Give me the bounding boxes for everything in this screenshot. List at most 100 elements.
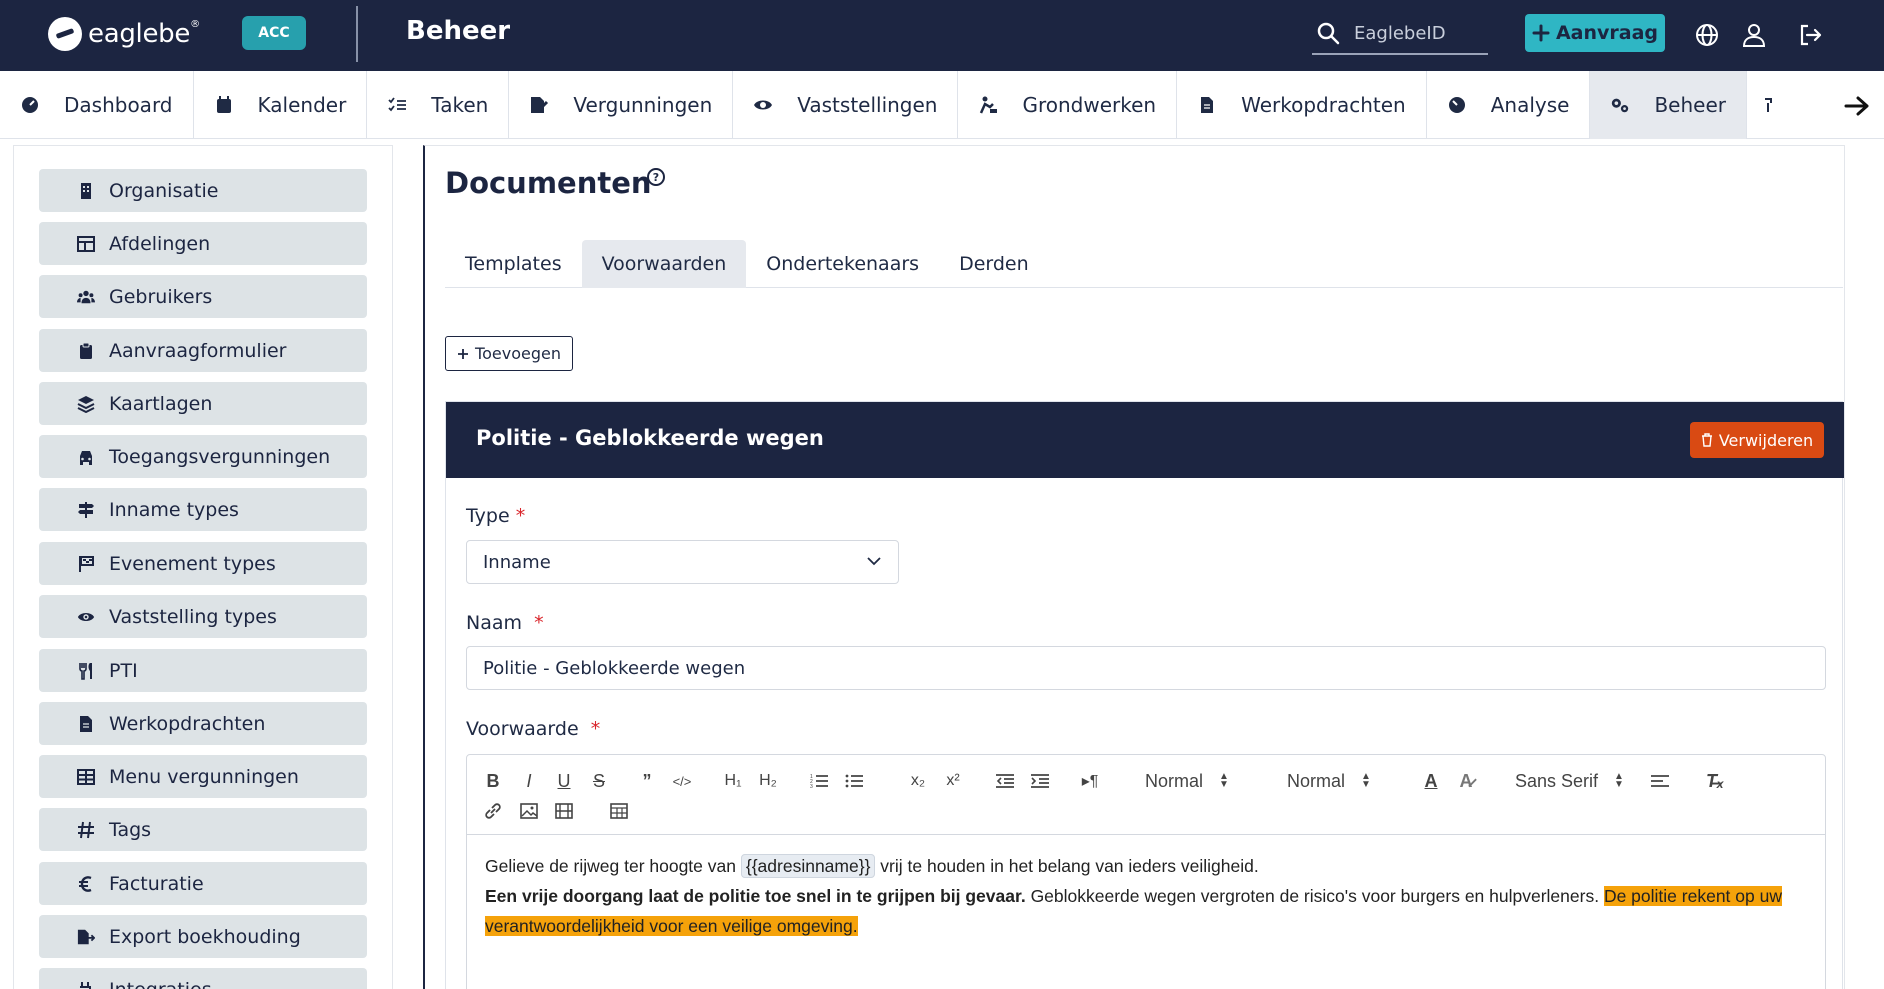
sidebar-item-gebruikers[interactable]: Gebruikers [39, 275, 367, 318]
condition-text-line1-prefix: Gelieve de rijweg ter hoogte van [485, 856, 736, 876]
sidebar-item-label: Organisatie [109, 179, 219, 202]
font-color-icon[interactable]: A [1419, 769, 1443, 793]
verwijderen-button[interactable]: Verwijderen [1690, 422, 1824, 458]
nav-item-werkopdrachten[interactable]: Werkopdrachten [1177, 71, 1427, 139]
sidebar-item-evenement-types[interactable]: Evenement types [39, 542, 367, 585]
search-icon[interactable] [1316, 21, 1340, 45]
nav-item-overflow[interactable] [1747, 71, 1791, 139]
header-size-select[interactable]: Normal ▲ ▼ [1145, 769, 1229, 793]
sidebar-item-kaartlagen[interactable]: Kaartlagen [39, 382, 367, 425]
heading-1-icon[interactable]: H₁ [721, 769, 745, 793]
user-icon[interactable] [1741, 22, 1767, 48]
required-mark: * [534, 612, 544, 634]
sidebar-item-label: Afdelingen [109, 232, 211, 255]
video-icon[interactable] [552, 799, 576, 823]
blockquote-icon[interactable]: ” [635, 769, 659, 793]
tab-voorwaarden[interactable]: Voorwaarden [581, 240, 747, 288]
document-icon [1197, 95, 1217, 115]
italic-icon[interactable]: I [517, 769, 541, 793]
sidebar-item-label: Facturatie [109, 872, 204, 895]
sidebar-item-afdelingen[interactable]: Afdelingen [39, 222, 367, 265]
main-navigation: Dashboard Kalender Taken Vergunningen Va… [0, 71, 1884, 139]
nav-item-grondwerken[interactable]: Grondwerken [958, 71, 1178, 139]
tab-templates[interactable]: Templates [445, 240, 582, 288]
layers-icon [77, 395, 95, 413]
page-title: Documenten [445, 166, 652, 200]
hashtag-icon [78, 821, 94, 838]
search-input[interactable] [1354, 22, 1484, 44]
logout-icon[interactable] [1797, 22, 1823, 48]
sidebar-item-label: Kaartlagen [109, 392, 213, 415]
sidebar: Organisatie Afdelingen Gebruikers Aanvra… [13, 145, 393, 989]
naam-input[interactable] [466, 646, 1826, 690]
underline-icon[interactable]: U [552, 769, 576, 793]
toevoegen-button[interactable]: Toevoegen [445, 336, 573, 371]
type-select[interactable]: Inname [466, 540, 899, 584]
tab-derden[interactable]: Derden [939, 240, 1049, 288]
bold-icon[interactable]: B [481, 769, 505, 793]
eye-icon [77, 612, 95, 621]
eaglebe-logo[interactable]: eaglebe® [48, 17, 200, 51]
logo-text: eaglebe® [88, 19, 200, 49]
tab-ondertekenaars[interactable]: Ondertekenaars [746, 240, 939, 288]
digging-icon [978, 95, 998, 115]
nav-scroll-right-icon[interactable] [1844, 90, 1870, 125]
globe-icon[interactable] [1694, 22, 1720, 48]
nav-label: Vergunningen [573, 93, 713, 117]
nav-label: Dashboard [64, 93, 173, 117]
text-direction-icon[interactable]: ▸¶ [1078, 769, 1102, 793]
nav-item-vergunningen[interactable]: Vergunningen [509, 71, 734, 139]
condition-text-line1-suffix: vrij te houden in het belang van ieders … [880, 856, 1259, 876]
building-icon [81, 182, 91, 199]
image-icon[interactable] [517, 799, 541, 823]
ordered-list-icon[interactable]: 123 [807, 769, 831, 793]
align-icon[interactable] [1648, 769, 1672, 793]
sidebar-item-facturatie[interactable]: Facturatie [39, 862, 367, 905]
grid-icon [77, 768, 95, 785]
sidebar-item-vaststelling-types[interactable]: Vaststelling types [39, 595, 367, 638]
eaglebe-logo-mark [48, 17, 82, 51]
font-size-select[interactable]: Normal ▲ ▼ [1287, 769, 1371, 793]
partial-nav-icon [1759, 95, 1779, 115]
bullet-list-icon[interactable] [842, 769, 866, 793]
subscript-icon[interactable]: x₂ [906, 769, 930, 793]
nav-item-beheer[interactable]: Beheer [1590, 71, 1747, 139]
sidebar-item-organisatie[interactable]: Organisatie [39, 169, 367, 212]
sidebar-item-menu-vergunningen[interactable]: Menu vergunningen [39, 755, 367, 798]
link-icon[interactable] [481, 799, 505, 823]
sidebar-item-pti[interactable]: PTI [39, 649, 367, 692]
sidebar-item-aanvraagformulier[interactable]: Aanvraagformulier [39, 329, 367, 372]
superscript-icon[interactable]: x² [941, 769, 965, 793]
nav-item-kalender[interactable]: Kalender [194, 71, 368, 139]
code-block-icon[interactable]: </> [670, 769, 694, 793]
sidebar-item-tags[interactable]: Tags [39, 808, 367, 851]
sidebar-item-label: Integraties [109, 979, 212, 989]
sidebar-item-integraties[interactable]: Integraties [39, 968, 367, 989]
type-select-value: Inname [483, 551, 551, 573]
nav-item-analyse[interactable]: Analyse [1427, 71, 1591, 139]
strikethrough-icon[interactable]: S [587, 769, 611, 793]
address-placeholder-chip[interactable]: {{adresinname}} [740, 854, 876, 878]
editor-content[interactable]: Gelieve de rijweg ter hoogte van {{adres… [485, 851, 1815, 941]
heading-2-icon[interactable]: H₂ [756, 769, 780, 793]
aanvraag-button[interactable]: Aanvraag [1525, 14, 1665, 52]
sidebar-item-export-boekhouding[interactable]: Export boekhouding [39, 915, 367, 958]
sidebar-item-toegangsvergunningen[interactable]: Toegangsvergunningen [39, 435, 367, 478]
nav-item-vaststellingen[interactable]: Vaststellingen [733, 71, 959, 139]
background-color-icon[interactable]: A̷ [1454, 769, 1478, 793]
clear-format-icon[interactable]: T̶ₓ [1703, 769, 1727, 793]
analysis-icon [1447, 95, 1467, 115]
trash-icon [1701, 433, 1712, 447]
rich-text-editor[interactable]: B I U S ” </> H₁ H₂ 123 x₂ x² ▸¶ Normal ▲… [466, 754, 1826, 989]
nav-label: Taken [431, 93, 489, 117]
nav-item-taken[interactable]: Taken [367, 71, 510, 139]
outdent-icon[interactable] [993, 769, 1017, 793]
sidebar-item-inname-types[interactable]: Inname types [39, 488, 367, 531]
font-family-select[interactable]: Sans Serif ▲ ▼ [1515, 769, 1624, 793]
table-insert-icon[interactable] [607, 799, 631, 823]
indent-icon[interactable] [1028, 769, 1052, 793]
sidebar-item-werkopdrachten[interactable]: Werkopdrachten [39, 702, 367, 745]
nav-item-dashboard[interactable]: Dashboard [0, 71, 194, 139]
tasks-icon [387, 95, 407, 115]
help-icon[interactable]: ? [647, 168, 665, 186]
